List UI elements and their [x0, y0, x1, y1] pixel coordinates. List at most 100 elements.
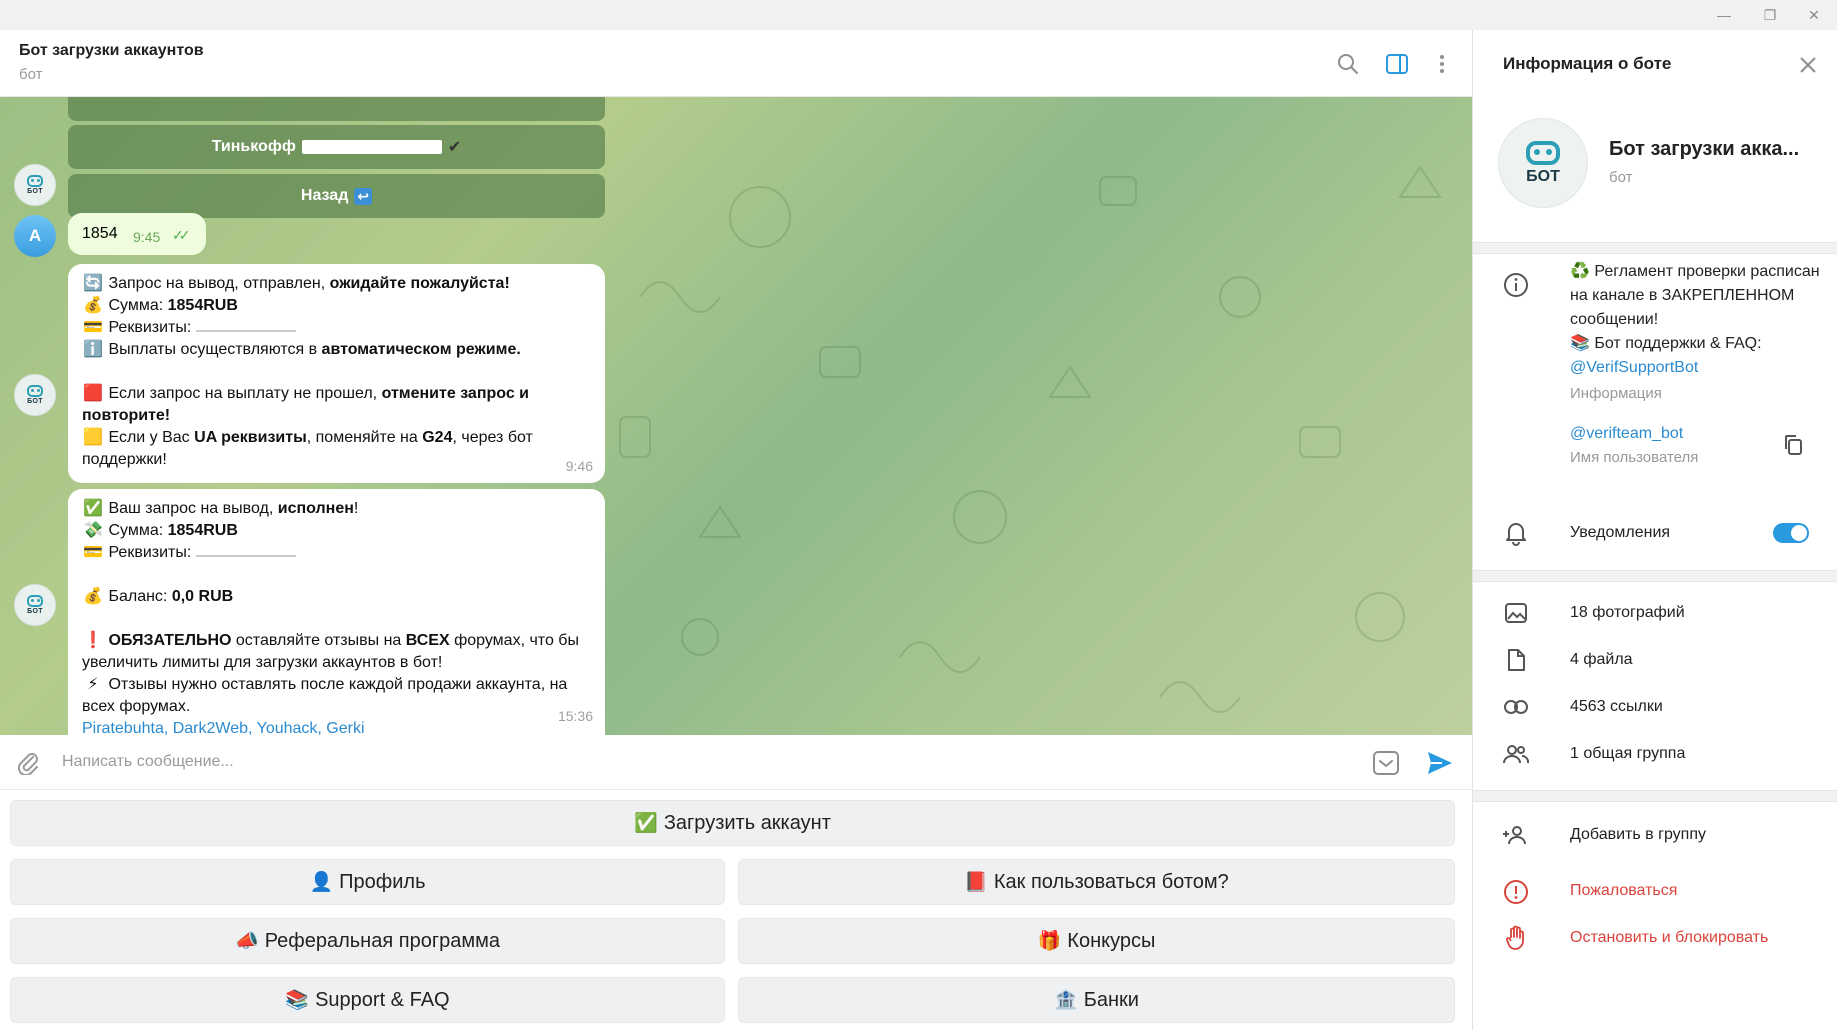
info-icon: [1501, 270, 1531, 300]
contests-button[interactable]: 🎁 Конкурсы: [738, 918, 1455, 964]
return-icon: ↩: [354, 187, 373, 205]
yellow-square-icon: 🟨: [83, 429, 103, 446]
chat-subtitle: бот: [19, 66, 43, 83]
profile-button[interactable]: 👤 Профиль: [10, 859, 725, 905]
double-check-icon: ✓✓: [172, 227, 191, 243]
group-icon: [1501, 739, 1531, 769]
red-square-icon: 🟥: [83, 385, 103, 402]
megaphone-icon: 📣: [235, 931, 259, 952]
card-icon: 💳: [83, 319, 103, 336]
bot-info-panel: Информация о боте БОТ Бот загрузки акка.…: [1472, 30, 1837, 1030]
chat-area[interactable]: Тинькофф ✔ Назад ↩ БОТ A 1854 9:45 ✓✓ 🔄 …: [0, 97, 1472, 735]
card-icon: 💳: [83, 544, 103, 561]
money-bag-icon: 💰: [83, 588, 103, 605]
inline-button-back[interactable]: Назад ↩: [68, 174, 605, 218]
username-caption: Имя пользователя: [1570, 449, 1699, 466]
bot-username[interactable]: @verifteam_bot: [1570, 425, 1683, 443]
refresh-icon: 🔄: [83, 275, 103, 292]
bot-avatar[interactable]: БОТ: [14, 164, 56, 206]
message-text: 1854: [82, 225, 118, 242]
photo-icon: [1501, 598, 1531, 628]
window-close-button[interactable]: ✕: [1791, 0, 1837, 30]
robot-icon: [27, 385, 43, 397]
chat-header: Бот загрузки аккаунтов бот: [0, 30, 1472, 97]
description-caption: Информация: [1570, 385, 1662, 402]
gift-icon: 🎁: [1037, 931, 1062, 952]
books-icon: 📚: [285, 990, 310, 1011]
attach-icon[interactable]: [14, 749, 42, 777]
window-maximize-button[interactable]: ❐: [1747, 0, 1793, 30]
user-avatar[interactable]: A: [14, 215, 56, 257]
robot-icon: [1526, 140, 1560, 165]
redacted-text: [195, 549, 296, 557]
bell-icon: [1501, 518, 1531, 548]
support-bot-link[interactable]: @VerifSupportBot: [1570, 356, 1820, 380]
message-time: 9:45: [133, 229, 161, 245]
redacted-text: [301, 140, 442, 154]
add-to-group-button[interactable]: Добавить в группу: [1570, 826, 1706, 844]
message-input[interactable]: [62, 746, 1362, 778]
money-wings-icon: 💸: [83, 522, 103, 539]
check-mark-icon: ✅: [634, 813, 658, 834]
reply-keyboard: ✅ Загрузить аккаунт 👤 Профиль 📕 Как пользов…: [0, 790, 1472, 1030]
groups-count[interactable]: 1 общая группа: [1570, 745, 1685, 763]
book-icon: 📕: [964, 872, 988, 893]
inline-button-hidden[interactable]: [68, 97, 605, 121]
user-icon: 👤: [309, 872, 334, 893]
upload-account-button[interactable]: ✅ Загрузить аккаунт: [10, 800, 1455, 846]
forum-links[interactable]: Piratebuhta, Dark2Web, Youhack, Gerki: [82, 720, 365, 735]
more-vertical-icon[interactable]: [1428, 50, 1456, 78]
check-mark-icon: ✅: [83, 500, 103, 517]
copy-icon[interactable]: [1778, 430, 1808, 460]
bot-avatar[interactable]: БОТ: [14, 374, 56, 416]
photos-count[interactable]: 18 фотографий: [1570, 604, 1685, 622]
info-icon: ℹ️: [83, 341, 103, 358]
inline-button-tinkoff[interactable]: Тинькофф ✔: [68, 125, 605, 169]
file-icon: [1501, 645, 1531, 675]
window-titlebar: — ❐ ✕: [0, 0, 1837, 30]
links-count[interactable]: 4563 ссылки: [1570, 698, 1663, 716]
support-faq-button[interactable]: 📚 Support & FAQ: [10, 977, 725, 1023]
chat-title[interactable]: Бот загрузки аккаунтов: [19, 42, 204, 60]
bot-keyboard-icon[interactable]: [1371, 748, 1401, 778]
notifications-toggle[interactable]: [1773, 523, 1809, 543]
message-time: 15:36: [557, 708, 593, 724]
divider: [1473, 790, 1837, 802]
block-button[interactable]: Остановить и блокировать: [1570, 929, 1768, 947]
close-icon[interactable]: [1793, 50, 1823, 80]
message-input-bar: [0, 735, 1472, 790]
incoming-message[interactable]: 🔄 Запрос на вывод, отправлен, ожидайте п…: [68, 264, 605, 483]
notifications-label: Уведомления: [1570, 524, 1671, 541]
bot-description: ♻️ Регламент проверки расписан на канале…: [1570, 260, 1820, 380]
check-icon: ✔: [447, 139, 462, 156]
link-icon: [1501, 692, 1531, 722]
incoming-message[interactable]: ✅ Ваш запрос на вывод, исполнен! 💸 Сумма…: [68, 489, 605, 735]
divider: [1473, 570, 1837, 582]
message-time: 9:46: [565, 458, 593, 474]
files-count[interactable]: 4 файла: [1570, 651, 1633, 669]
lightning-icon: ⚡: [87, 676, 99, 693]
banks-button[interactable]: 🏦 Банки: [738, 977, 1455, 1023]
money-bag-icon: 💰: [83, 297, 103, 314]
exclamation-icon: ❗: [83, 632, 103, 649]
inline-button-label: Тинькофф: [211, 138, 296, 155]
add-user-icon: [1501, 820, 1531, 850]
referral-program-button[interactable]: 📣 Реферальная программа: [10, 918, 725, 964]
bot-avatar[interactable]: БОТ: [14, 584, 56, 626]
bot-name: Бот загрузки акка...: [1609, 138, 1800, 160]
report-button[interactable]: Пожаловаться: [1570, 882, 1677, 900]
window-minimize-button[interactable]: —: [1701, 0, 1747, 30]
redacted-text: [195, 324, 296, 332]
outgoing-message[interactable]: 1854 9:45 ✓✓: [68, 213, 206, 255]
bot-profile-avatar[interactable]: БОТ: [1498, 118, 1588, 208]
robot-icon: [27, 595, 43, 607]
search-icon[interactable]: [1334, 50, 1362, 78]
side-panel-icon[interactable]: [1383, 50, 1411, 78]
how-to-use-button[interactable]: 📕 Как пользоваться ботом?: [738, 859, 1455, 905]
inline-button-label: Назад: [300, 187, 349, 204]
robot-icon: [27, 175, 43, 187]
bot-type: бот: [1609, 169, 1633, 186]
divider: [1473, 242, 1837, 254]
send-icon[interactable]: [1424, 748, 1456, 778]
stop-hand-icon: [1501, 923, 1531, 953]
